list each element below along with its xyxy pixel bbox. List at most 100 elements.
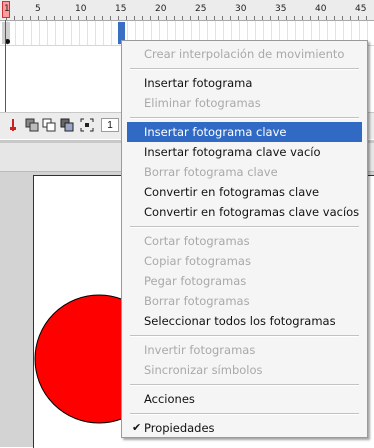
ruler-tick: [38, 16, 39, 20]
ruler-tick: [358, 16, 359, 20]
ruler-tick: [350, 16, 351, 20]
ruler-label: 35: [275, 4, 287, 14]
ruler-tick: [102, 16, 103, 20]
ruler-label: 5: [35, 4, 41, 14]
menu-item-borrar-fotograma-clave: Borrar fotograma clave: [127, 162, 362, 182]
menu-separator: [130, 384, 359, 386]
ruler-tick: [326, 16, 327, 20]
ruler-tick: [302, 16, 303, 20]
ruler-tick: [70, 16, 71, 20]
menu-item-label: Seleccionar todos los fotogramas: [144, 314, 336, 328]
menu-item-pegar-fotogramas: Pegar fotogramas: [127, 271, 362, 291]
menu-item-label: Insertar fotograma clave vacío: [144, 145, 321, 159]
ruler-tick: [262, 16, 263, 20]
ruler-label: 20: [155, 4, 167, 14]
menu-item-label: Borrar fotograma clave: [144, 165, 278, 179]
onion-skin-outline-icon[interactable]: [42, 118, 56, 132]
ruler-tick: [254, 16, 255, 20]
menu-item-label: Borrar fotogramas: [144, 294, 250, 308]
menu-item-borrar-fotogramas: Borrar fotogramas: [127, 291, 362, 311]
menu-item-eliminar-fotogramas: Eliminar fotogramas: [127, 93, 362, 113]
menu-item-label: Pegar fotogramas: [144, 274, 247, 288]
menu-separator: [130, 413, 359, 415]
menu-separator: [130, 117, 359, 119]
ruler-tick: [142, 16, 143, 20]
ruler-tick: [278, 16, 279, 20]
menu-item-convertir-en-fotogramas-clave-vacios[interactable]: Convertir en fotogramas clave vacíos: [127, 202, 362, 222]
menu-item-copiar-fotogramas: Copiar fotogramas: [127, 251, 362, 271]
ruler-tick: [310, 16, 311, 20]
menu-item-cortar-fotogramas: Cortar fotogramas: [127, 231, 362, 251]
playhead[interactable]: 1: [2, 1, 10, 18]
ruler-label: 40: [315, 4, 327, 14]
menu-item-label: Convertir en fotogramas clave: [144, 185, 320, 199]
ruler-tick: [222, 16, 223, 20]
menu-item-propiedades[interactable]: ✔ Propiedades: [127, 418, 362, 438]
menu-item-label: Copiar fotogramas: [144, 254, 251, 268]
menu-item-label: Sincronizar símbolos: [144, 363, 263, 377]
menu-item-label: Convertir en fotogramas clave vacíos: [144, 205, 360, 219]
ruler-tick: [198, 16, 199, 20]
ruler-tick: [214, 16, 215, 20]
ruler-label: 25: [195, 4, 207, 14]
ruler-tick: [118, 16, 119, 20]
checkmark-icon: ✔: [132, 421, 142, 434]
ruler-tick: [270, 16, 271, 20]
frame-ruler[interactable]: 5 10 15 20 25 30 35 40 45: [0, 0, 374, 21]
current-frame-number: 1: [101, 118, 119, 132]
ruler-tick: [318, 16, 319, 20]
menu-item-label: Crear interpolación de movimiento: [144, 47, 345, 61]
ruler-tick: [62, 16, 63, 20]
ruler-tick: [174, 16, 175, 20]
ruler-tick: [206, 16, 207, 20]
center-frame-icon[interactable]: [6, 118, 20, 132]
menu-separator: [130, 226, 359, 228]
ruler-tick: [14, 16, 15, 20]
ruler-tick: [30, 16, 31, 20]
menu-item-label: Propiedades: [144, 421, 215, 435]
menu-item-invertir-fotogramas: Invertir fotogramas: [127, 340, 362, 360]
ruler-tick: [94, 16, 95, 20]
ruler-tick: [150, 16, 151, 20]
ruler-tick: [246, 16, 247, 20]
menu-item-label: Insertar fotograma clave: [144, 125, 287, 139]
menu-item-convertir-en-fotogramas-clave[interactable]: Convertir en fotogramas clave: [127, 182, 362, 202]
ruler-tick: [190, 16, 191, 20]
ruler-tick: [334, 16, 335, 20]
onion-skin-icon[interactable]: [25, 118, 39, 132]
ruler-label: 30: [235, 4, 247, 14]
ruler-label: 45: [355, 4, 367, 14]
menu-item-label: Insertar fotograma: [144, 76, 253, 90]
ruler-label: 15: [115, 4, 127, 14]
menu-item-insertar-fotograma-clave[interactable]: Insertar fotograma clave: [127, 122, 362, 142]
ruler-tick: [158, 16, 159, 20]
ruler-tick: [22, 16, 23, 20]
ruler-tick: [238, 16, 239, 20]
ruler-tick: [166, 16, 167, 20]
modify-markers-icon[interactable]: [80, 118, 94, 132]
menu-item-insertar-fotograma-clave-vacio[interactable]: Insertar fotograma clave vacío: [127, 142, 362, 162]
ruler-tick: [110, 16, 111, 20]
menu-separator: [130, 335, 359, 337]
ruler-tick: [46, 16, 47, 20]
playhead-label: 1: [4, 4, 10, 14]
ruler-tick: [342, 16, 343, 20]
ruler-tick: [134, 16, 135, 20]
menu-item-insertar-fotograma[interactable]: Insertar fotograma: [127, 73, 362, 93]
ruler-tick: [182, 16, 183, 20]
ruler-tick: [294, 16, 295, 20]
menu-item-label: Cortar fotogramas: [144, 234, 250, 248]
ruler-tick: [126, 16, 127, 20]
menu-item-crear-interpolacion-de-movimiento: Crear interpolación de movimiento: [127, 44, 362, 64]
menu-item-label: Invertir fotogramas: [144, 343, 256, 357]
ruler-tick: [54, 16, 55, 20]
ruler-tick: [230, 16, 231, 20]
edit-multiple-frames-icon[interactable]: [60, 118, 74, 132]
ruler-label: 10: [75, 4, 87, 14]
ruler-tick: [78, 16, 79, 20]
menu-item-acciones[interactable]: Acciones: [127, 389, 362, 409]
menu-item-seleccionar-todos-los-fotogramas[interactable]: Seleccionar todos los fotogramas: [127, 311, 362, 331]
menu-separator: [130, 68, 359, 70]
menu-item-sincronizar-simbolos: Sincronizar símbolos: [127, 360, 362, 380]
menu-item-label: Acciones: [144, 392, 195, 406]
